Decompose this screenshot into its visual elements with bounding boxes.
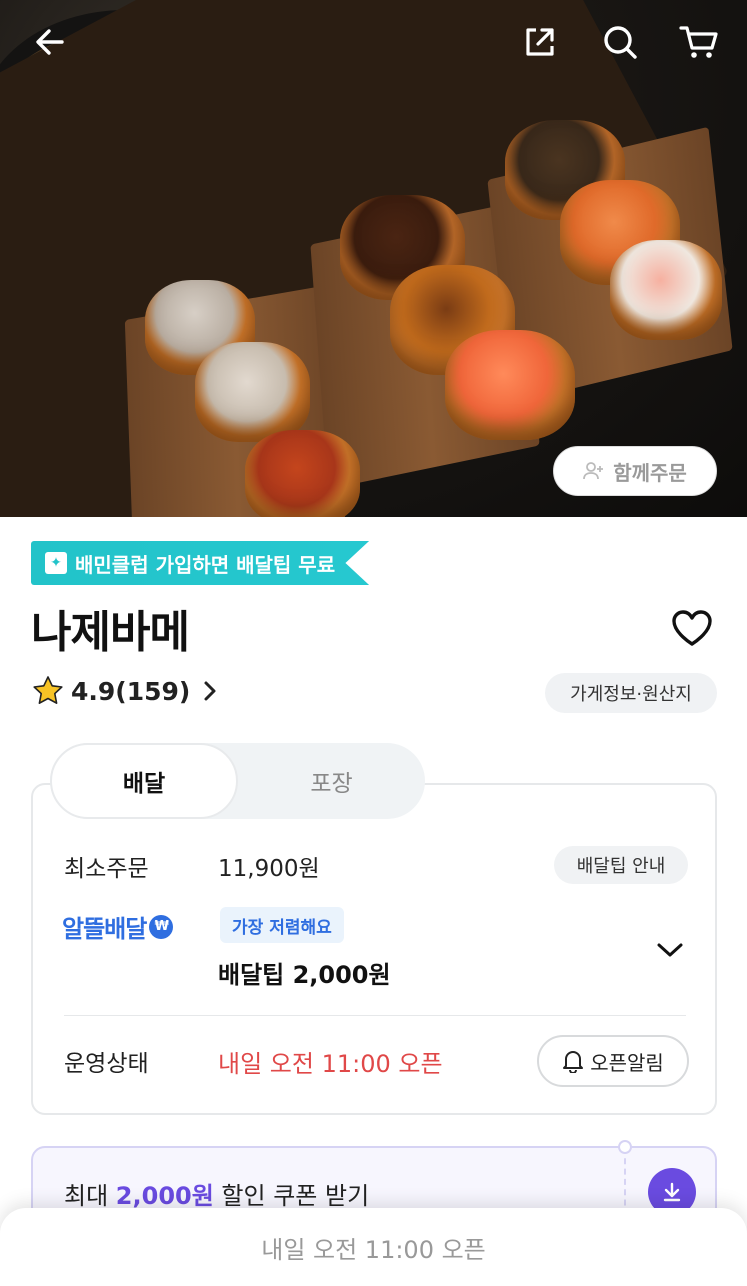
open-alarm-button[interactable]: 오픈알림 bbox=[537, 1035, 689, 1087]
sushi-spicy bbox=[245, 430, 360, 517]
sushi-salmon bbox=[445, 330, 575, 440]
coupon-amount: 2,000원 bbox=[115, 1182, 214, 1210]
group-order-label: 함께주문 bbox=[613, 460, 687, 485]
chevron-right-icon bbox=[204, 681, 216, 701]
min-order-label: 최소주문 bbox=[64, 856, 149, 882]
group-order-button[interactable]: 함께주문 bbox=[553, 446, 717, 496]
coupon-text: 최대 2,000원 할인 쿠폰 받기 bbox=[64, 1176, 369, 1211]
store-name: 나제바메 bbox=[31, 607, 190, 658]
rating-link[interactable]: 4.9 (159) bbox=[31, 674, 220, 708]
sushi-tuna bbox=[195, 342, 310, 442]
divider bbox=[64, 1015, 686, 1016]
bottom-status-label: 내일 오전 11:00 오픈 bbox=[261, 1235, 486, 1264]
order-type-tabs: 배달 포장 bbox=[50, 743, 425, 819]
sushi-salmon-cream bbox=[610, 240, 722, 340]
search-icon[interactable] bbox=[596, 18, 644, 66]
share-icon[interactable] bbox=[516, 18, 564, 66]
store-info-button[interactable]: 가게정보·원산지 bbox=[545, 673, 717, 713]
status-label: 운영상태 bbox=[64, 1051, 149, 1077]
delivery-info-card: 최소주문 11,900원 배달팁 안내 알뜰배달 ₩ 가장 저렴해요 배달팁 2… bbox=[31, 783, 717, 1115]
altteul-label: 알뜰배달 bbox=[62, 915, 147, 943]
coupon-prefix: 최대 bbox=[64, 1182, 116, 1210]
baemin-club-badge[interactable]: ✦ 배민클럽 가입하면 배달팁 무료 bbox=[31, 541, 370, 585]
coupon-suffix: 할인 쿠폰 받기 bbox=[213, 1182, 370, 1210]
chevron-down-icon[interactable] bbox=[655, 935, 685, 965]
won-icon: ₩ bbox=[149, 914, 174, 939]
back-arrow-icon[interactable] bbox=[26, 18, 74, 66]
delivery-tip-info-button[interactable]: 배달팁 안내 bbox=[554, 846, 688, 884]
add-person-icon bbox=[583, 462, 604, 480]
club-logo-icon: ✦ bbox=[45, 552, 67, 574]
min-order-value: 11,900원 bbox=[218, 856, 320, 882]
coupon-notch bbox=[618, 1140, 632, 1154]
favorite-heart-icon[interactable] bbox=[668, 604, 716, 652]
tab-pickup[interactable]: 포장 bbox=[238, 743, 425, 819]
open-alarm-label: 오픈알림 bbox=[590, 1050, 664, 1075]
cart-icon[interactable] bbox=[675, 18, 723, 66]
bell-icon bbox=[563, 1051, 584, 1073]
rating-value: 4.9 bbox=[71, 676, 116, 706]
bottom-status-bar: 내일 오전 11:00 오픈 bbox=[0, 1208, 747, 1286]
club-badge-label: 배민클럽 가입하면 배달팁 무료 bbox=[75, 552, 336, 577]
star-icon bbox=[33, 676, 63, 704]
open-status-value: 내일 오전 11:00 오픈 bbox=[218, 1050, 443, 1078]
altteul-delivery-logo: 알뜰배달 ₩ bbox=[62, 909, 174, 944]
cheapest-badge: 가장 저렴해요 bbox=[220, 907, 344, 943]
tab-delivery[interactable]: 배달 bbox=[50, 743, 238, 819]
delivery-tip-value: 배달팁 2,000원 bbox=[218, 961, 391, 989]
review-count: (159) bbox=[115, 676, 191, 706]
hero-image: 함께주문 bbox=[0, 0, 747, 517]
